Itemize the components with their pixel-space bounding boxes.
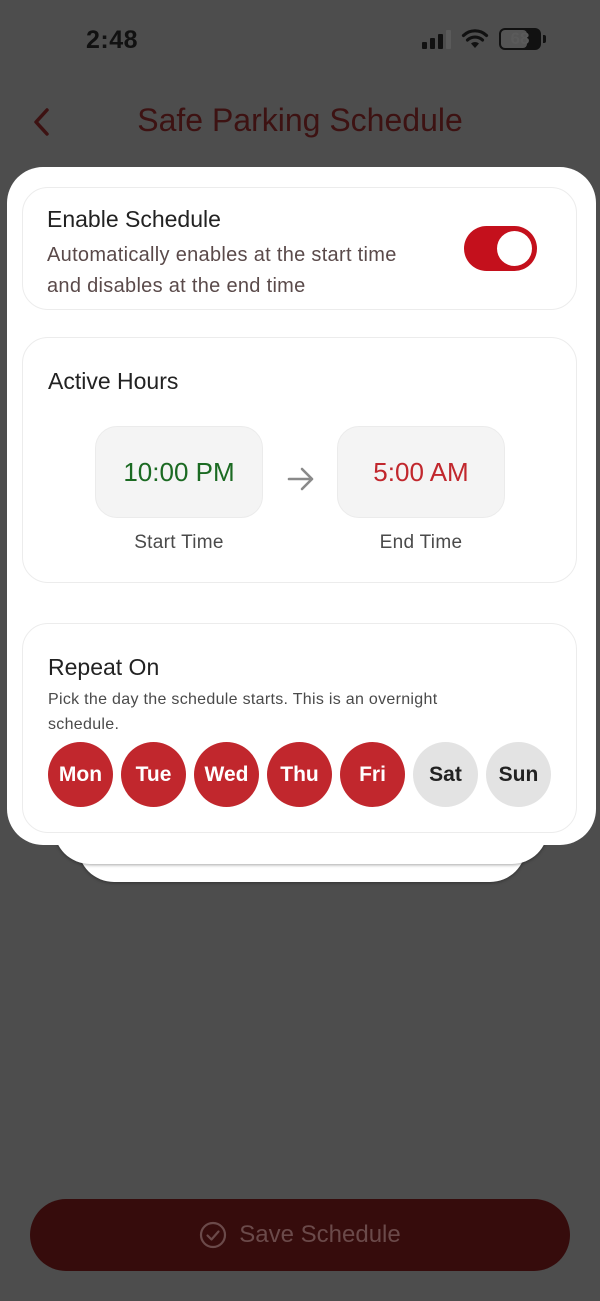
start-time-picker[interactable]: 10:00 PM [95,426,263,518]
page-title: Safe Parking Schedule [137,102,463,138]
battery-icon: 68 [499,28,541,50]
toggle-knob [497,231,532,266]
wifi-icon [461,29,489,48]
end-time-label: End Time [379,532,463,553]
repeat-on-card: Repeat On Pick the day the schedule star… [22,623,577,833]
day-button-fri[interactable]: Fri [340,742,405,807]
active-hours-card: Active Hours 10:00 PM 5:00 AM Start Time… [22,337,577,583]
schedule-sheet: Enable Schedule Automatically enables at… [7,167,596,845]
day-button-sun[interactable]: Sun [486,742,551,807]
end-time-picker[interactable]: 5:00 AM [337,426,505,518]
check-circle-icon [200,1221,227,1249]
battery-level: 68 [510,29,530,48]
day-button-tue[interactable]: Tue [121,742,186,807]
repeat-on-title: Repeat On [48,654,160,680]
day-button-sat[interactable]: Sat [413,742,478,807]
day-button-wed[interactable]: Wed [194,742,259,807]
day-selector: Mon Tue Wed Thu Fri Sat Sun [48,742,551,807]
arrow-right-icon [287,467,314,491]
cellular-signal-icon [422,29,451,49]
repeat-on-description: Pick the day the schedule starts. This i… [48,691,438,733]
day-button-mon[interactable]: Mon [48,742,113,807]
save-schedule-button[interactable]: Save Schedule [30,1199,570,1271]
save-button-label: Save Schedule [239,1221,401,1248]
enable-schedule-toggle[interactable] [464,226,537,271]
status-time: 2:48 [86,26,139,54]
enable-schedule-description: Automatically enables at the start time … [47,244,397,297]
status-bar: 2:48 68 [0,0,600,80]
enable-schedule-title: Enable Schedule [47,206,221,232]
day-button-thu[interactable]: Thu [267,742,332,807]
active-hours-title: Active Hours [48,368,179,394]
navigation-bar: Safe Parking Schedule [0,82,600,162]
status-icons: 68 [422,28,546,50]
enable-schedule-card: Enable Schedule Automatically enables at… [22,187,577,310]
start-time-label: Start Time [134,532,224,553]
